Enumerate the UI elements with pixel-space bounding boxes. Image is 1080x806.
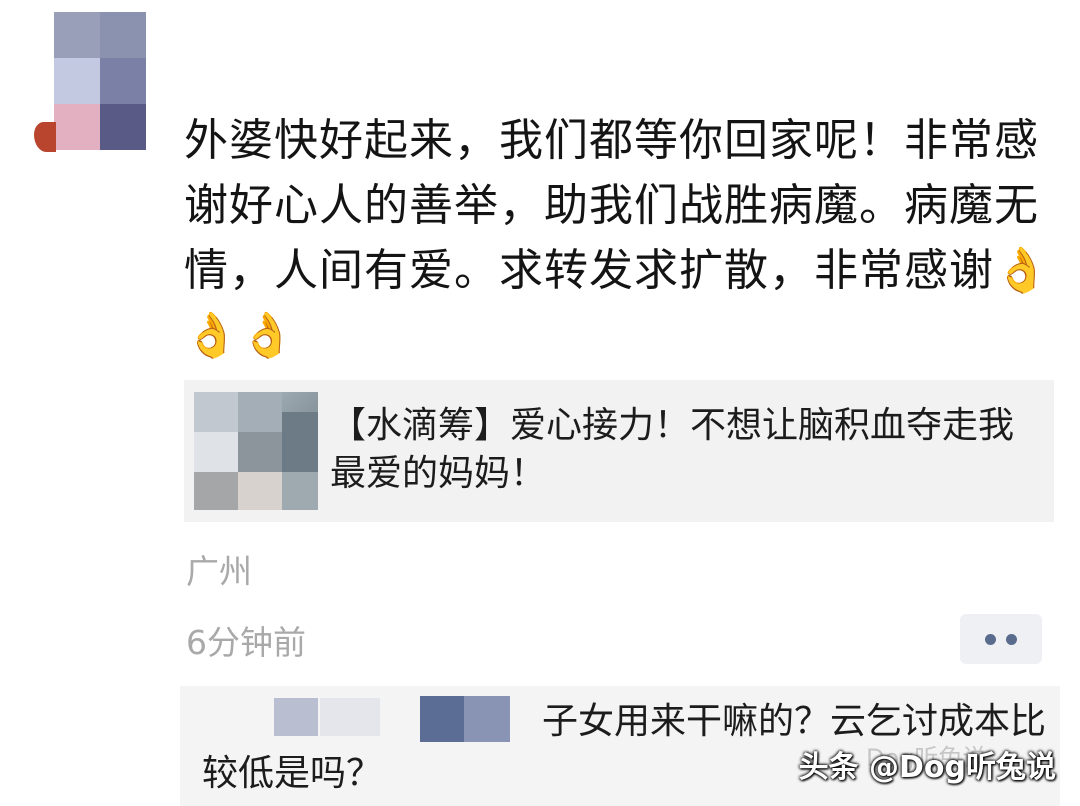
poster-avatar[interactable]	[54, 12, 146, 150]
shared-link-card[interactable]: 【水滴筹】爱心接力！不想让脑积血夺走我最爱的妈妈！	[184, 380, 1054, 522]
more-actions-button[interactable]	[960, 614, 1042, 664]
location-label[interactable]: 广州	[186, 545, 252, 593]
link-title: 【水滴筹】爱心接力！不想让脑积血夺走我最爱的妈妈！	[330, 405, 1015, 494]
watermark: 头条 @Dog听兔说	[798, 750, 1056, 785]
link-thumbnail	[194, 392, 318, 510]
more-dots-icon	[980, 633, 1022, 645]
post-time: 6分钟前	[186, 623, 306, 662]
avatar-edge-mark	[34, 122, 56, 152]
post-text: 外婆快好起来，我们都等你回家呢！非常感谢好心人的善举，助我们战胜病魔。病魔无情，…	[184, 115, 1050, 361]
